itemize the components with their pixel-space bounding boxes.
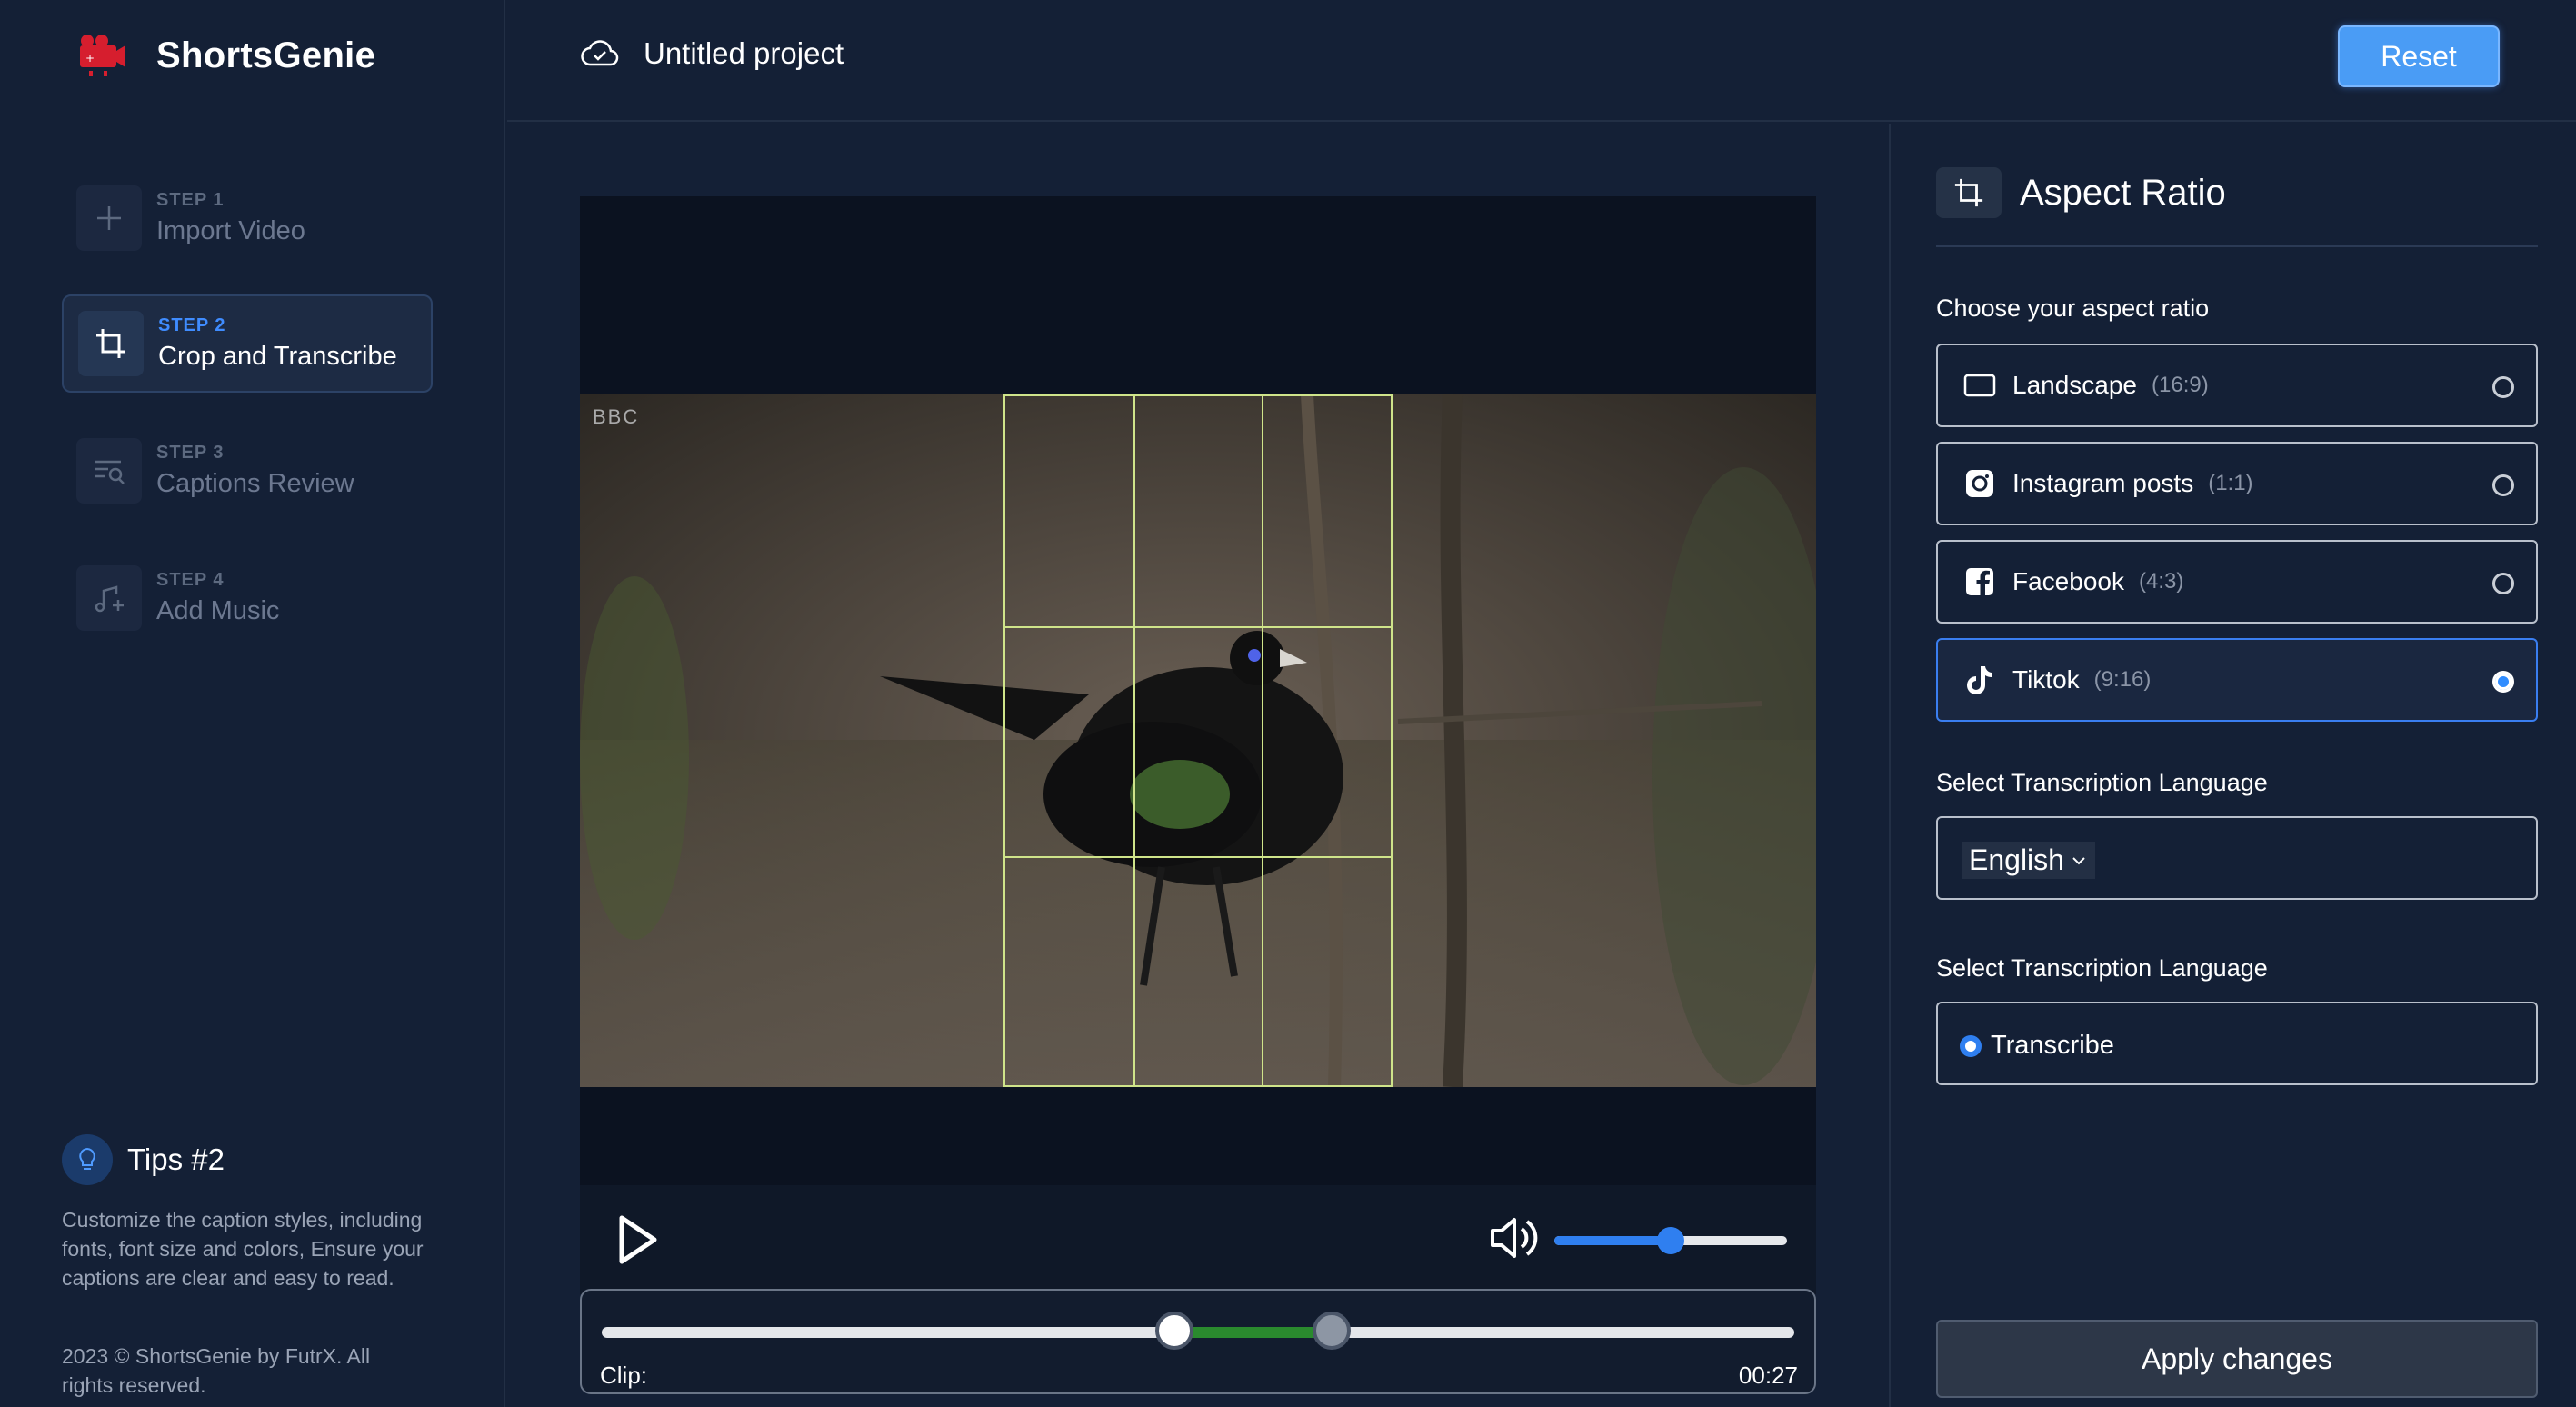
transcribe-field: Transcribe: [1936, 1002, 2538, 1085]
step-title: Import Video: [156, 216, 305, 245]
radio-button[interactable]: [2492, 474, 2514, 496]
radio-button[interactable]: [2492, 573, 2514, 594]
top-header: Untitled project Reset: [507, 0, 2576, 122]
tips-text: Customize the caption styles, including …: [62, 1208, 424, 1290]
app-name: ShortsGenie: [156, 35, 376, 75]
tips-title: Tips #2: [127, 1143, 225, 1176]
language-select[interactable]: English: [1962, 842, 2095, 879]
panel-title: Aspect Ratio: [2020, 173, 2226, 213]
step-captions-review[interactable]: STEP 3 Captions Review: [62, 422, 433, 520]
facebook-icon: [1963, 565, 1996, 598]
aspect-option-instagram[interactable]: Instagram posts (1:1): [1936, 442, 2538, 525]
transcribe-label: Select Transcription Language: [1936, 954, 2268, 982]
apply-changes-button[interactable]: Apply changes: [1936, 1320, 2538, 1398]
crop-icon: [1936, 167, 2002, 218]
cloud-check-icon: [581, 40, 619, 66]
step-title: Captions Review: [156, 469, 354, 498]
option-ratio: (1:1): [2208, 471, 2253, 495]
copyright: 2023 © ShortsGenie by FutrX. All rights …: [62, 1344, 371, 1397]
option-name: Landscape: [2012, 371, 2138, 399]
music-add-icon: [76, 565, 142, 631]
svg-text:+: +: [85, 52, 95, 65]
video-editor: BBC Clip: 00:27: [507, 124, 1889, 1407]
radio-button[interactable]: [2492, 376, 2514, 398]
radio-button-selected[interactable]: [1960, 1034, 1982, 1057]
volume-slider[interactable]: [1554, 1227, 1787, 1254]
chevron-down-icon: [2072, 856, 2085, 864]
watermark: BBC: [593, 405, 640, 428]
video-preview: BBC: [580, 196, 1816, 1185]
clip-duration: 00:27: [1738, 1362, 1798, 1389]
instagram-icon: [1963, 467, 1996, 500]
clip-start-handle[interactable]: [1154, 1312, 1193, 1350]
aspect-option-landscape[interactable]: Landscape (16:9): [1936, 344, 2538, 427]
clip-end-handle[interactable]: [1312, 1312, 1351, 1350]
step-title: Add Music: [156, 596, 280, 625]
crop-grid-line: [1005, 856, 1391, 858]
option-ratio: (9:16): [2093, 667, 2152, 692]
language-label: Select Transcription Language: [1936, 769, 2268, 796]
step-label: STEP 1: [156, 190, 225, 210]
option-name: Instagram posts: [2012, 469, 2194, 497]
video-frame-image: BBC: [580, 394, 1816, 1087]
aspect-ratio-label: Choose your aspect ratio: [1936, 294, 2210, 322]
volume-level: [1554, 1236, 1671, 1245]
playback-controls: [580, 1185, 1816, 1294]
step-label: STEP 3: [156, 443, 225, 463]
crop-grid-line: [1262, 396, 1263, 1085]
transcribe-option[interactable]: Transcribe: [1960, 1031, 2114, 1061]
sidebar: + ShortsGenie STEP 1 Import Video STEP 2…: [0, 0, 505, 1407]
clip-label: Clip:: [600, 1362, 648, 1389]
language-field: English: [1936, 816, 2538, 900]
radio-button-selected[interactable]: [2492, 671, 2514, 693]
crop-grid-line: [1133, 396, 1135, 1085]
step-add-music[interactable]: STEP 4 Add Music: [62, 549, 433, 647]
aspect-option-tiktok[interactable]: Tiktok (9:16): [1936, 638, 2538, 722]
timeline-track[interactable]: [602, 1312, 1794, 1350]
step-label: STEP 2: [158, 315, 226, 335]
step-title: Crop and Transcribe: [158, 342, 397, 371]
clip-timeline: Clip: 00:27: [580, 1289, 1816, 1394]
tiktok-icon: [1963, 664, 1996, 696]
lightbulb-icon: [62, 1134, 113, 1185]
option-ratio: (4:3): [2138, 569, 2184, 594]
language-value: English: [1969, 843, 2064, 876]
brand[interactable]: + ShortsGenie: [76, 33, 375, 78]
project-title-area[interactable]: Untitled project: [580, 36, 844, 71]
option-ratio: (16:9): [2152, 373, 2209, 397]
step-label: STEP 4: [156, 570, 225, 590]
clip-selection: [1173, 1327, 1332, 1338]
landscape-icon: [1963, 369, 1996, 402]
panel-header: Aspect Ratio: [1936, 167, 2538, 247]
logo-icon: +: [80, 35, 125, 76]
project-title: Untitled project: [644, 36, 844, 70]
crop-icon: [78, 311, 144, 376]
option-name: Tiktok: [2012, 665, 2080, 694]
volume-icon[interactable]: [1489, 1214, 1540, 1262]
crop-overlay[interactable]: [1003, 394, 1393, 1087]
reset-button[interactable]: Reset: [2338, 25, 2500, 87]
settings-panel: Aspect Ratio Choose your aspect ratio La…: [1889, 124, 2576, 1407]
caption-search-icon: [76, 438, 142, 504]
volume-slider-handle[interactable]: [1657, 1227, 1684, 1254]
plus-icon: [76, 185, 142, 251]
step-import-video[interactable]: STEP 1 Import Video: [62, 169, 433, 267]
option-name: Facebook: [2012, 567, 2124, 595]
crop-grid-line: [1005, 626, 1391, 628]
tips-card: Tips #2 Customize the caption styles, in…: [62, 1134, 444, 1292]
transcribe-option-label: Transcribe: [1991, 1031, 2114, 1060]
aspect-option-facebook[interactable]: Facebook (4:3): [1936, 540, 2538, 624]
play-icon[interactable]: [609, 1211, 664, 1269]
step-crop-and-transcribe[interactable]: STEP 2 Crop and Transcribe: [62, 294, 433, 393]
